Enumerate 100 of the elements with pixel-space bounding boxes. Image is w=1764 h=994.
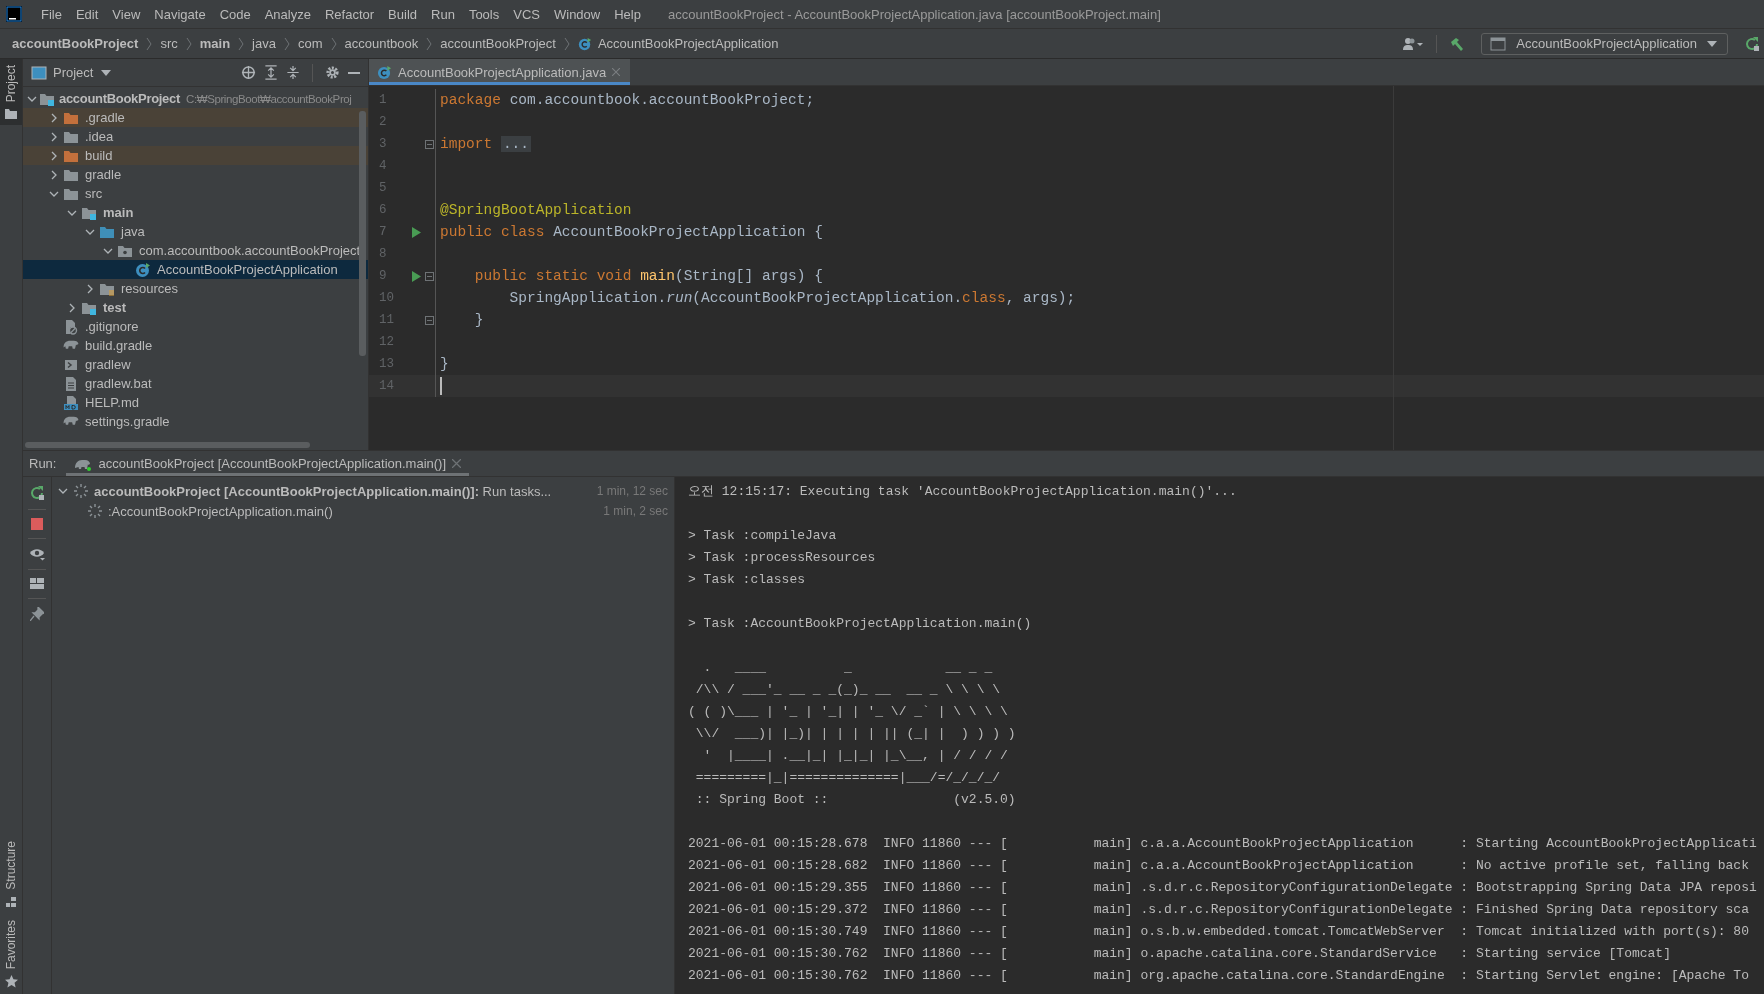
- eye-icon[interactable]: [29, 547, 45, 561]
- menu-item[interactable]: Tools: [461, 6, 507, 22]
- menu-item[interactable]: Run: [424, 6, 462, 22]
- scrollbar[interactable]: [359, 111, 366, 356]
- tree-item[interactable]: AccountBookProjectApplication: [23, 260, 368, 279]
- tree-item[interactable]: main: [23, 203, 368, 222]
- run-icon[interactable]: [411, 226, 421, 238]
- run-tab[interactable]: accountBookProject [AccountBookProjectApplication.main()]: [66, 451, 470, 476]
- fold-icon[interactable]: [424, 315, 434, 325]
- console-line: . ____ _ __ _ _: [702, 659, 994, 677]
- tree-item[interactable]: resources: [23, 279, 368, 298]
- panel-title: Run:: [29, 456, 57, 471]
- editor-tab[interactable]: AccountBookProjectApplication.java: [369, 59, 631, 85]
- menu-item[interactable]: Navigate: [147, 6, 213, 22]
- tree-item[interactable]: .idea: [23, 127, 368, 146]
- crosshair-icon[interactable]: [241, 65, 256, 80]
- breadcrumb-item[interactable]: src: [160, 36, 178, 51]
- menu-item[interactable]: Refactor: [317, 6, 382, 22]
- pin-icon[interactable]: [30, 607, 44, 621]
- menu-item[interactable]: Help: [607, 6, 648, 22]
- tree-item[interactable]: build.gradle: [23, 336, 368, 355]
- code-line: @SpringBootApplication: [440, 202, 632, 218]
- breadcrumb-item[interactable]: com: [297, 36, 323, 51]
- rerun-icon[interactable]: [1744, 35, 1760, 52]
- breadcrumb-item[interactable]: AccountBookProjectApplication: [577, 36, 779, 51]
- line-number: 5: [378, 181, 388, 195]
- console-line: 2021-06-01 00:15:28.678 INFO 11860 --- [ main] c.a.a.AccountBookProjectApplication : Starting AccountBookProjectApplicati: [688, 835, 1758, 853]
- console-line: 오전 12:15:17: Executing task 'AccountBookProjectApplication.main()'...: [688, 483, 1238, 501]
- expand-all-icon[interactable]: [264, 65, 278, 80]
- layout-icon[interactable]: [30, 578, 44, 590]
- run-configuration-dropdown[interactable]: AccountBookProjectApplication: [1481, 32, 1728, 55]
- tree-item[interactable]: java: [23, 222, 368, 241]
- line-number: 6: [378, 203, 388, 217]
- console-line: > Task :processResources: [688, 549, 877, 567]
- duration: 1 min, 2 sec: [603, 504, 668, 518]
- class-icon: [577, 36, 592, 51]
- hammer-icon[interactable]: [1449, 35, 1466, 52]
- ignored-file-icon: [63, 318, 79, 335]
- breadcrumb-item[interactable]: accountBookProject: [440, 36, 556, 51]
- project-path: C:₩SpringBoot₩accountBookProj: [186, 92, 352, 105]
- console-line: 2021-06-01 00:15:29.355 INFO 11860 --- [ main] .s.d.r.c.RepositoryConfigurationDelegate : Bootstrapping Spring Data JPA reposi: [688, 879, 1758, 897]
- tree-item[interactable]: accountBookProject C:₩SpringBoot₩accountBookProj: [23, 89, 368, 108]
- menu-item[interactable]: View: [105, 6, 148, 22]
- console-line: =========|_|==============|___/=/_/_/_/: [694, 769, 1002, 787]
- chevron-right-icon[interactable]: [49, 169, 59, 180]
- tree-item[interactable]: settings.gradle: [23, 412, 368, 431]
- menu-item[interactable]: File: [34, 6, 69, 22]
- tree-item[interactable]: .gitignore: [23, 317, 368, 336]
- settings-icon[interactable]: [325, 65, 340, 80]
- console-line: ( ( )\___ | '_ | '_| | '_ \/ _` | \ \ \ \: [688, 703, 1009, 721]
- code-line: }: [473, 312, 484, 328]
- tree-item[interactable]: HELP.md: [23, 393, 368, 412]
- tree-item[interactable]: gradle: [23, 165, 368, 184]
- console-line: /\\ / ___'_ __ _ _(_)_ __ __ _ \ \ \ \: [694, 681, 1002, 699]
- menu-item[interactable]: Code: [212, 6, 258, 22]
- chevron-right-icon: [146, 36, 153, 51]
- menu-item[interactable]: VCS: [506, 6, 547, 22]
- menu-item[interactable]: Build: [381, 6, 424, 22]
- rerun-icon[interactable]: [29, 485, 45, 501]
- tool-window-tab[interactable]: Favorites: [0, 913, 22, 994]
- chevron-down-icon[interactable]: [58, 486, 68, 496]
- menu-item[interactable]: Edit: [68, 6, 106, 22]
- chevron-right-icon[interactable]: [49, 131, 59, 142]
- collapse-all-icon[interactable]: [286, 65, 300, 80]
- tool-window-tab[interactable]: Project: [0, 59, 22, 126]
- scrollbar[interactable]: [25, 442, 310, 448]
- app-logo-icon[interactable]: [6, 6, 22, 22]
- tree-item[interactable]: build: [23, 146, 368, 165]
- chevron-right-icon: [330, 36, 337, 51]
- users-icon[interactable]: [1402, 36, 1425, 51]
- tree-item[interactable]: gradlew: [23, 355, 368, 374]
- code-line: SpringApplication.run(AccountBookProjectApplication.class, args);: [508, 290, 1076, 306]
- tool-window-tab[interactable]: Structure: [0, 834, 22, 914]
- breadcrumb-item[interactable]: accountbook: [344, 36, 419, 51]
- chevron-right-icon[interactable]: [49, 112, 59, 123]
- console-line: :: Spring Boot :: (v2.5.0): [694, 791, 1017, 809]
- breadcrumb-item[interactable]: java: [252, 36, 276, 51]
- fold-icon[interactable]: [424, 271, 434, 281]
- tree-item[interactable]: src: [23, 184, 368, 203]
- menu-item[interactable]: Window: [546, 6, 608, 22]
- tree-item[interactable]: .gradle: [23, 108, 368, 127]
- chevron-right-icon[interactable]: [67, 302, 77, 313]
- console-line: ' |____| .__|_| |_|_| |_\__, | / / / /: [702, 747, 1009, 765]
- tree-item[interactable]: gradlew.bat: [23, 374, 368, 393]
- console-line: > Task :AccountBookProjectApplication.main(): [688, 615, 1033, 633]
- breadcrumb-item[interactable]: main: [199, 36, 231, 51]
- fold-icon[interactable]: [424, 139, 434, 149]
- run-icon[interactable]: [411, 270, 421, 282]
- chevron-right-icon[interactable]: [85, 283, 95, 294]
- window-title: accountBookProject - AccountBookProjectApplication.java [accountBookProject.main]: [667, 6, 1161, 22]
- menu-item[interactable]: Analyze: [257, 6, 318, 22]
- duration: 1 min, 12 sec: [596, 484, 668, 498]
- breadcrumb-item[interactable]: accountBookProject: [12, 36, 139, 51]
- code-line: public static void main(String[] args) {: [473, 268, 823, 284]
- caret-down-icon[interactable]: [101, 69, 112, 76]
- console-line: 2021-06-01 00:15:28.682 INFO 11860 --- [ main] c.a.a.AccountBookProjectApplication : No active profile set, falling back: [688, 857, 1750, 875]
- panel-title[interactable]: Project: [53, 65, 94, 80]
- chevron-right-icon[interactable]: [49, 150, 59, 161]
- tree-item[interactable]: test: [23, 298, 368, 317]
- tree-item[interactable]: com.accountbook.accountBookProject: [23, 241, 368, 260]
